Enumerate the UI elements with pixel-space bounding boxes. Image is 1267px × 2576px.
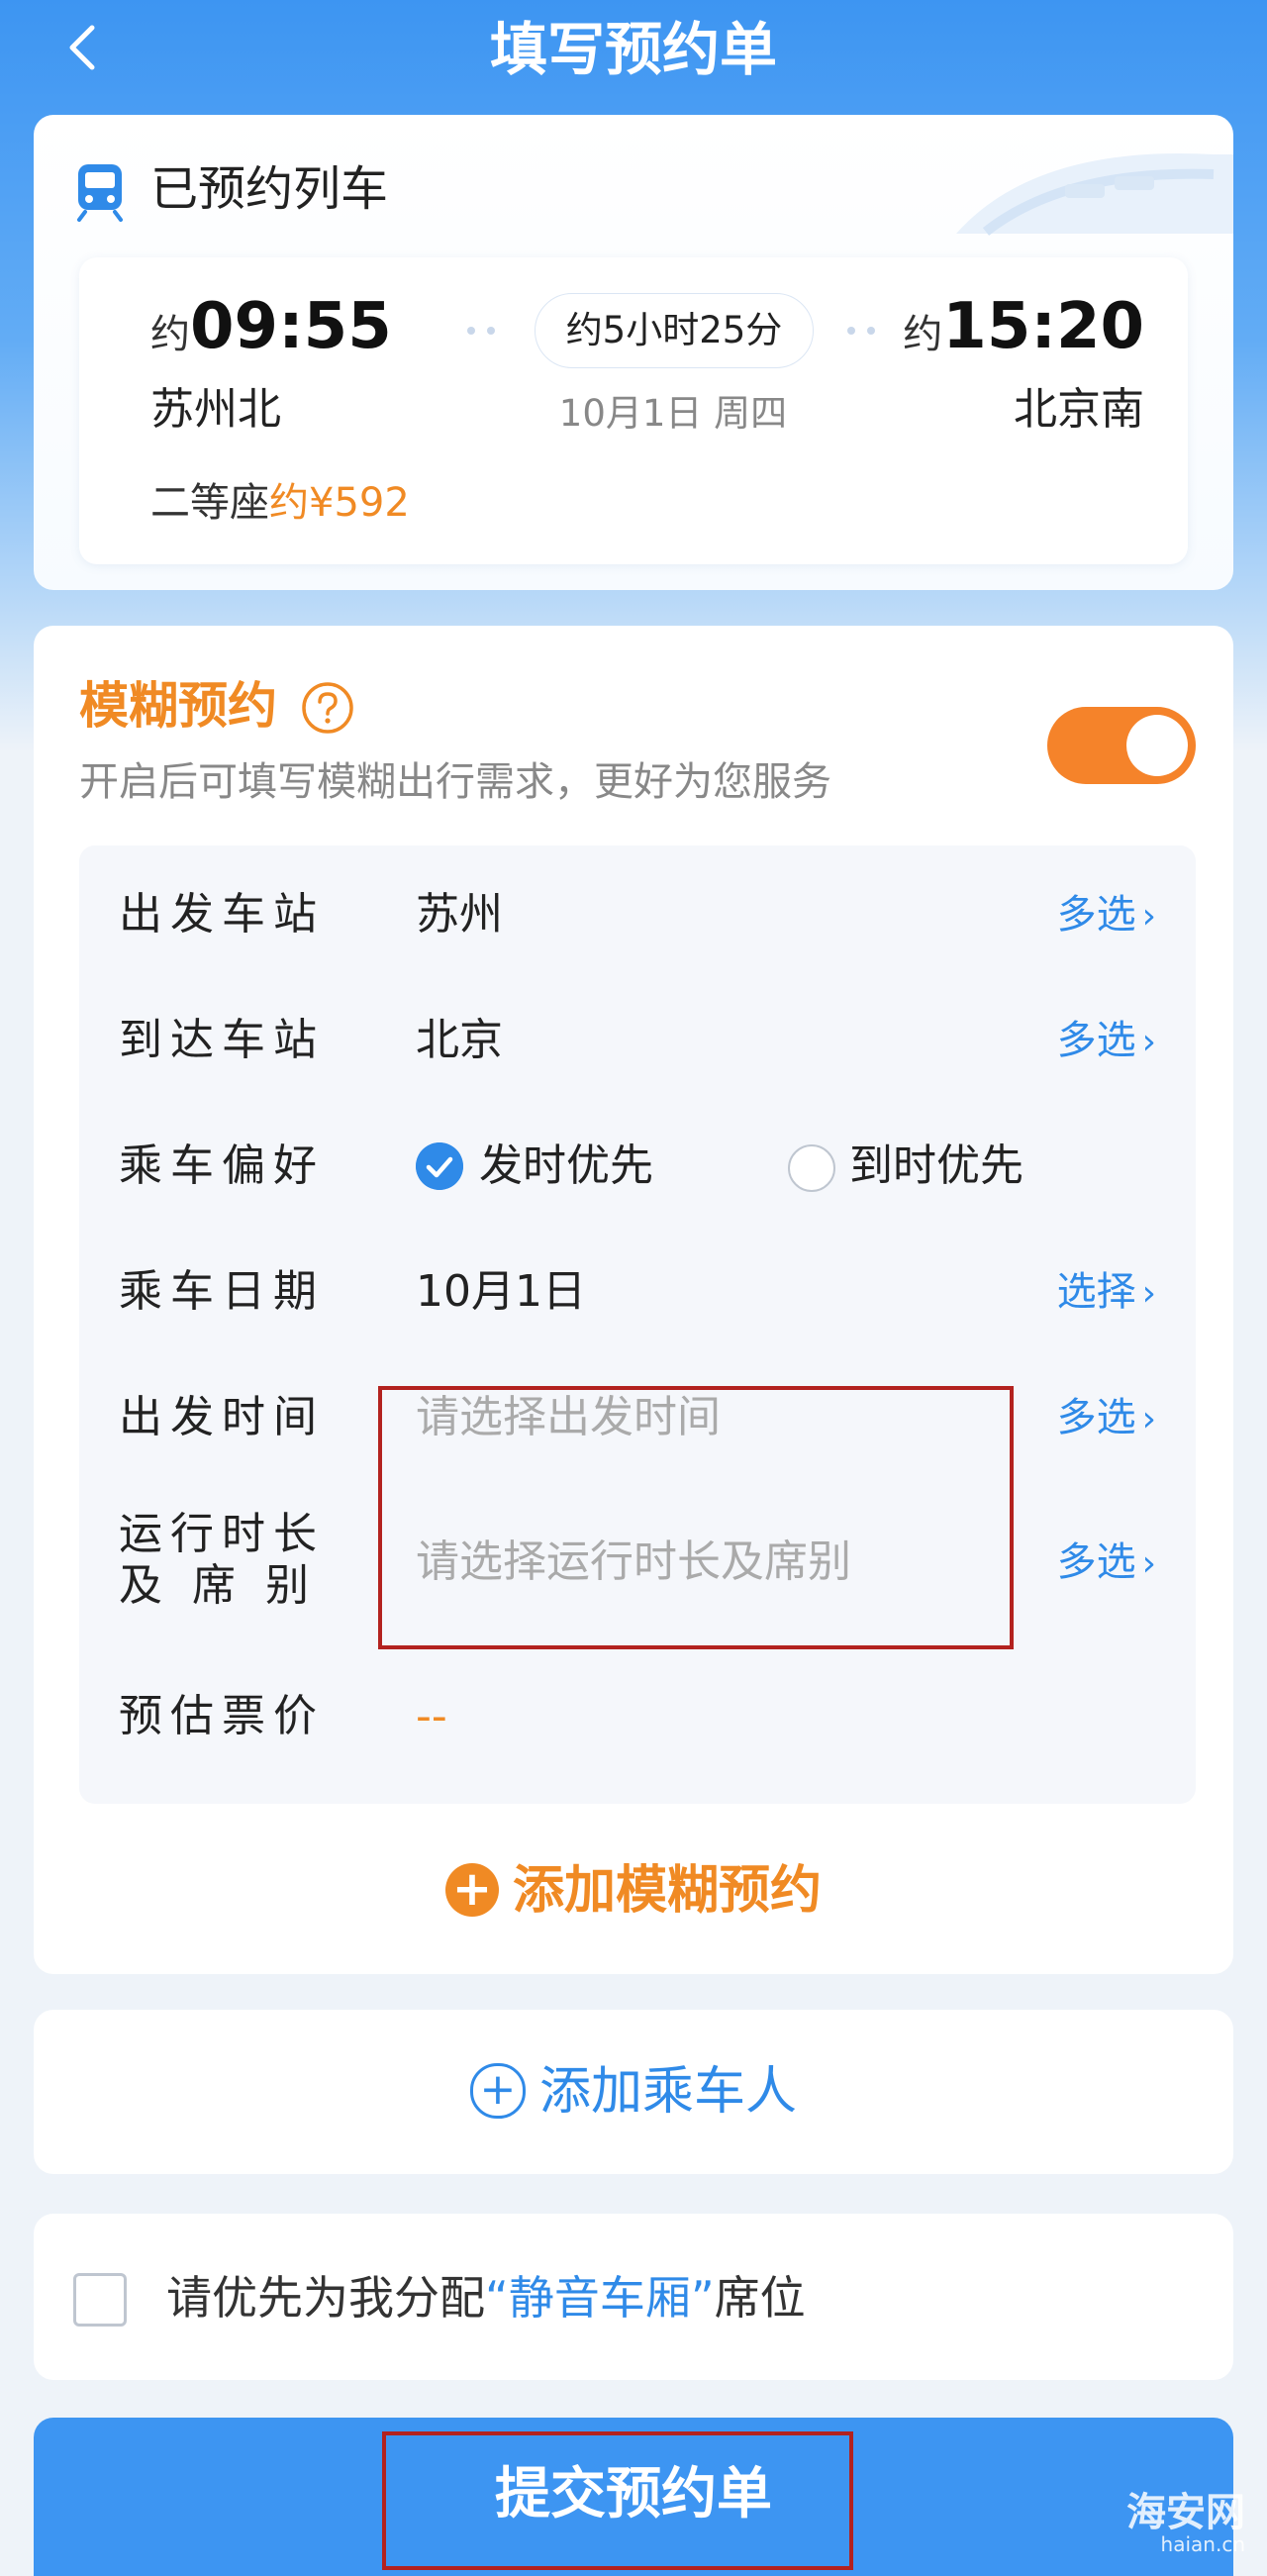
est-price-value: -- xyxy=(416,1691,447,1741)
add-fuzzy-button[interactable]: + 添加模糊预约 xyxy=(34,1851,1233,1931)
connector-dot xyxy=(467,327,475,335)
label: 出发时间 xyxy=(119,1392,325,1442)
travel-date: 10月1日 周四 xyxy=(558,392,788,435)
row-preference: 乘车偏好 发时优先 到时优先 xyxy=(79,1137,1196,1245)
label: 运行时长 及席别 xyxy=(119,1509,339,1611)
value: 苏州 xyxy=(416,889,503,940)
multi-select-link[interactable]: 多选 › xyxy=(1057,1388,1156,1449)
fuzzy-toggle[interactable] xyxy=(1047,707,1196,784)
plus-circle-icon: + xyxy=(444,1863,499,1917)
add-passenger-card[interactable]: + 添加乘车人 xyxy=(34,2010,1233,2174)
help-icon[interactable] xyxy=(301,681,354,735)
radio-unchecked-icon[interactable] xyxy=(788,1144,835,1192)
annotation-highlight-box xyxy=(382,2431,853,2570)
row-date[interactable]: 乘车日期 10月1日 选择 › xyxy=(79,1262,1196,1371)
chevron-right-icon: › xyxy=(1141,896,1156,937)
toggle-knob xyxy=(1126,715,1188,776)
plus-circle-outline-icon: + xyxy=(469,2063,526,2119)
radio-checked-icon[interactable] xyxy=(416,1142,463,1190)
chevron-right-icon: › xyxy=(1141,1543,1156,1584)
arrive-time: 约15:20 xyxy=(903,290,1144,363)
quiet-carriage-label[interactable]: 请优先为我分配“静音车厢”席位 xyxy=(166,2263,806,2332)
connector-dot xyxy=(487,327,495,335)
row-est-price: 预估票价 -- xyxy=(79,1687,1196,1796)
page-title: 填写预约单 xyxy=(489,16,777,83)
option-arrive-first[interactable]: 到时优先 xyxy=(849,1137,1023,1196)
label: 到达车站 xyxy=(119,1015,325,1065)
chevron-right-icon: › xyxy=(1141,1022,1156,1062)
quiet-carriage-card: 请优先为我分配“静音车厢”席位 xyxy=(34,2214,1233,2380)
duration-badge: 约5小时25分 xyxy=(535,293,814,368)
row-arrive-station[interactable]: 到达车站 北京 多选 › xyxy=(79,1011,1196,1120)
quiet-carriage-checkbox[interactable] xyxy=(73,2273,127,2327)
price-value: 约¥592 xyxy=(269,480,410,526)
label: 乘车偏好 xyxy=(119,1140,325,1191)
fuzzy-reservation-card: 模糊预约 开启后可填写模糊出行需求，更好为您服务 出发车站 苏州 多选 › 到达车… xyxy=(34,626,1233,1974)
arrive-station: 北京南 xyxy=(1014,384,1144,435)
label: 出发车站 xyxy=(119,889,325,940)
label: 预估票价 xyxy=(119,1691,325,1741)
label: 乘车日期 xyxy=(119,1266,325,1317)
option-depart-first[interactable]: 发时优先 xyxy=(479,1137,653,1196)
reserved-train-title: 已预约列车 xyxy=(150,161,389,217)
reserved-train-card: 已预约列车 约09:55 约15:20 约5小时25分 苏州北 北京南 10月1… xyxy=(34,115,1233,590)
multi-select-link[interactable]: 多选 › xyxy=(1057,1533,1156,1594)
depart-station: 苏州北 xyxy=(150,384,281,435)
connector-dot xyxy=(867,327,875,335)
train-icon xyxy=(77,164,123,222)
fuzzy-subtitle: 开启后可填写模糊出行需求，更好为您服务 xyxy=(79,759,831,805)
chevron-right-icon: › xyxy=(1141,1273,1156,1314)
train-info-panel: 约09:55 约15:20 约5小时25分 苏州北 北京南 10月1日 周四 二… xyxy=(79,257,1188,564)
value: 北京 xyxy=(416,1015,503,1065)
multi-select-link[interactable]: 多选 › xyxy=(1057,1011,1156,1072)
row-depart-station[interactable]: 出发车站 苏州 多选 › xyxy=(79,885,1196,994)
value: 10月1日 xyxy=(416,1266,586,1317)
connector-dot xyxy=(847,327,855,335)
select-link[interactable]: 选择 › xyxy=(1057,1262,1156,1324)
annotation-highlight-box xyxy=(378,1386,1014,1649)
seat-price: 二等座约¥592 xyxy=(150,480,410,526)
depart-time: 约09:55 xyxy=(150,290,392,363)
multi-select-link[interactable]: 多选 › xyxy=(1057,885,1156,946)
fuzzy-form: 出发车站 苏州 多选 › 到达车站 北京 多选 › 乘车偏好 发时优先 到时优先 乘… xyxy=(79,845,1196,1804)
header: 填写预约单 xyxy=(0,0,1267,109)
chevron-right-icon: › xyxy=(1141,1399,1156,1439)
add-passenger-button[interactable]: + 添加乘车人 xyxy=(34,2049,1233,2134)
watermark-logo: 海安网 haian.cn xyxy=(1126,2490,1245,2556)
fuzzy-title: 模糊预约 xyxy=(79,677,277,735)
